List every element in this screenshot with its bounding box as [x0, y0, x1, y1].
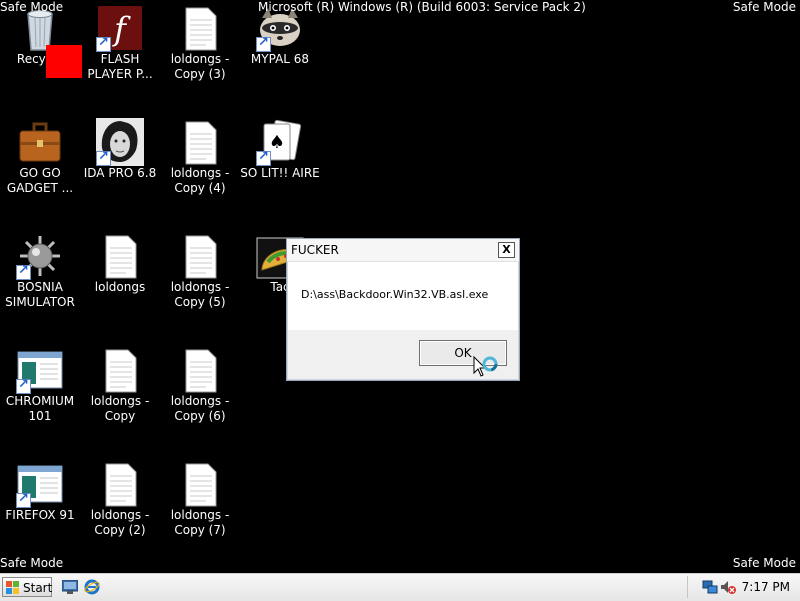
text-file-icon: [185, 235, 217, 279]
desktop-icon-bosnia-simulator[interactable]: BOSNIA SIMULATOR: [0, 228, 80, 338]
text-file-icon: [105, 349, 137, 393]
desktop-icon-label: SO LIT!! AIRE: [240, 166, 320, 180]
desktop-icon-label: loldongs - Copy (4): [170, 166, 230, 195]
close-button[interactable]: X: [498, 242, 515, 258]
desktop-icon-loldongs-copy-7[interactable]: loldongs - Copy (7): [160, 456, 240, 566]
safe-mode-label-top-left: Safe Mode: [0, 0, 64, 14]
desktop-icon-loldongs[interactable]: loldongs: [80, 228, 160, 338]
desktop-icon-label: loldongs - Copy (2): [90, 508, 150, 537]
desktop-icon-loldongs-copy-4[interactable]: loldongs - Copy (4): [160, 114, 240, 224]
desktop-icon-label: FIREFOX 91: [5, 508, 75, 522]
busy-cursor-icon: [473, 355, 498, 377]
desktop-icon-loldongs-copy-5[interactable]: loldongs - Copy (5): [160, 228, 240, 338]
start-button[interactable]: Start: [2, 577, 52, 597]
svg-text:♠: ♠: [269, 132, 285, 153]
desktop-icon-label: GO GO GADGET ...: [6, 166, 74, 195]
desktop-icon-label: loldongs: [94, 280, 146, 294]
briefcase-icon: [19, 122, 61, 162]
internet-explorer-icon[interactable]: [84, 579, 100, 595]
desktop-icon-chromium[interactable]: CHROMIUM 101: [0, 342, 80, 452]
safe-mode-label-top-right: Safe Mode: [732, 0, 796, 14]
shortcut-arrow-icon: [16, 377, 31, 394]
desktop-icon-ida-pro[interactable]: IDA PRO 6.8: [80, 114, 160, 224]
dialog-title: FUCKER: [291, 243, 339, 257]
text-file-icon: [185, 7, 217, 51]
clock[interactable]: 7:17 PM: [742, 580, 790, 594]
desktop-icon-loldongs-copy-2[interactable]: loldongs - Copy (2): [80, 456, 160, 566]
safe-mode-label-bottom-left: Safe Mode: [0, 556, 64, 570]
shortcut-arrow-icon: [96, 149, 111, 166]
text-file-icon: [185, 349, 217, 393]
desktop-icon-label: MYPAL 68: [250, 52, 310, 66]
desktop-icon-label: loldongs - Copy (3): [170, 52, 230, 81]
red-square: [46, 45, 82, 78]
network-icon[interactable]: [702, 579, 718, 595]
shortcut-arrow-icon: [96, 35, 111, 52]
desktop-icon-loldongs-copy-6[interactable]: loldongs - Copy (6): [160, 342, 240, 452]
desktop-icon-label: loldongs - Copy (5): [170, 280, 230, 309]
desktop-icon-loldongs-copy[interactable]: loldongs - Copy: [80, 342, 160, 452]
desktop-icon-label: BOSNIA SIMULATOR: [5, 280, 75, 309]
desktop-icon-label: loldongs - Copy (6): [170, 394, 230, 423]
dialog-titlebar[interactable]: FUCKER X: [287, 239, 519, 262]
text-file-icon: [185, 121, 217, 165]
desktop-icon-label: loldongs - Copy (7): [170, 508, 230, 537]
desktop-icon-solitaire[interactable]: ♠ SO LIT!! AIRE: [240, 114, 320, 224]
text-file-icon: [105, 235, 137, 279]
shortcut-arrow-icon: [256, 149, 271, 166]
desktop-icon-mypal[interactable]: MYPAL 68: [240, 0, 320, 110]
safe-mode-label-bottom-right: Safe Mode: [732, 556, 796, 570]
dialog-message: D:\ass\Backdoor.Win32.VB.asl.exe: [301, 288, 489, 301]
desktop-icon-go-go-gadget[interactable]: GO GO GADGET ...: [0, 114, 80, 224]
windows-flag-icon: [6, 581, 19, 594]
text-file-icon: [185, 463, 217, 507]
volume-muted-icon[interactable]: [720, 579, 736, 595]
shortcut-arrow-icon: [16, 491, 31, 508]
desktop-icon-label: FLASH PLAYER P...: [87, 52, 153, 81]
show-desktop-icon[interactable]: [62, 580, 78, 594]
desktop-icon-firefox[interactable]: FIREFOX 91: [0, 456, 80, 566]
desktop-icon-loldongs-copy-3[interactable]: loldongs - Copy (3): [160, 0, 240, 110]
shortcut-arrow-icon: [16, 263, 31, 280]
shortcut-arrow-icon: [256, 35, 271, 52]
taskbar: Start 7:17 PM: [0, 573, 800, 601]
dialog-body: D:\ass\Backdoor.Win32.VB.asl.exe: [288, 262, 518, 330]
desktop-icon-label: loldongs - Copy: [90, 394, 150, 423]
desktop-icon-label: CHROMIUM 101: [5, 394, 75, 423]
desktop-icon-flash-player[interactable]: f FLASH PLAYER P...: [80, 0, 160, 110]
desktop-icon-label: IDA PRO 6.8: [83, 166, 157, 180]
text-file-icon: [105, 463, 137, 507]
start-label: Start: [23, 581, 53, 595]
system-tray: 7:17 PM: [687, 576, 800, 598]
build-watermark: Microsoft (R) Windows (R) (Build 6003: S…: [258, 0, 586, 14]
